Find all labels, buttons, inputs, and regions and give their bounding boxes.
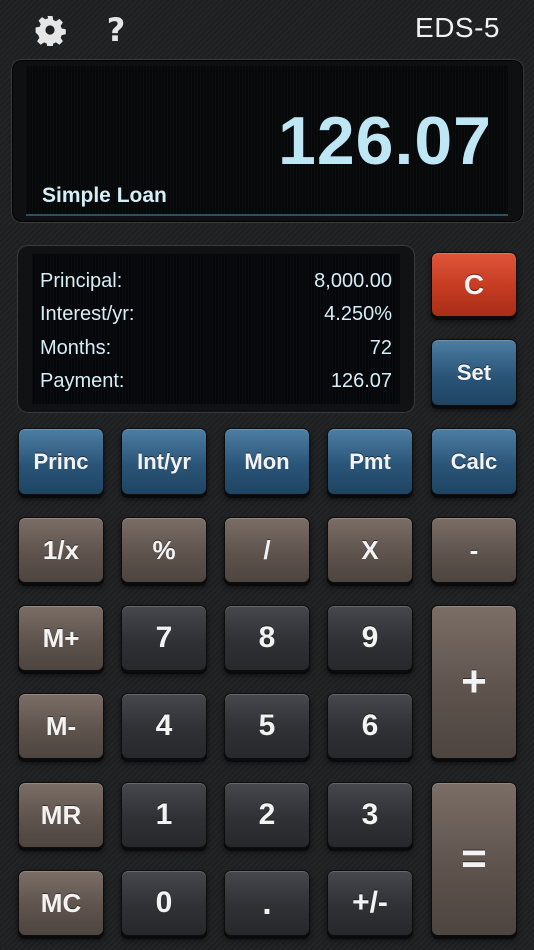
calc-button[interactable]: Calc (431, 428, 517, 495)
mon-button[interactable]: Mon (224, 428, 310, 495)
decimal-point-button[interactable]: . (224, 870, 310, 936)
clear-button[interactable]: C (431, 252, 517, 317)
memory-plus-button[interactable]: M+ (18, 605, 104, 671)
memory-clear-button[interactable]: MC (18, 870, 104, 936)
info-value: 72 (369, 337, 392, 359)
pmt-button[interactable]: Pmt (327, 428, 413, 495)
digit-6-button[interactable]: 6 (327, 693, 413, 759)
info-label: Interest/yr: (40, 303, 135, 325)
display-value: 126.07 (278, 103, 492, 179)
info-value: 126.07 (330, 370, 392, 392)
plus-button[interactable]: + (431, 605, 517, 759)
info-row-months: Months: 72 (40, 333, 392, 363)
set-button[interactable]: Set (431, 339, 517, 406)
digit-9-button[interactable]: 9 (327, 605, 413, 671)
multiply-button[interactable]: X (327, 517, 413, 583)
reciprocal-button[interactable]: 1/x (18, 517, 104, 583)
top-bar: ? EDS-5 (0, 0, 534, 60)
memory-minus-button[interactable]: M- (18, 693, 104, 759)
equals-button[interactable]: = (431, 782, 517, 936)
digit-5-button[interactable]: 5 (224, 693, 310, 759)
info-value: 8,000.00 (314, 270, 392, 292)
int-yr-button[interactable]: Int/yr (121, 428, 207, 495)
percent-button[interactable]: % (121, 517, 207, 583)
info-value: 4.250% (324, 303, 392, 325)
digit-7-button[interactable]: 7 (121, 605, 207, 671)
digit-2-button[interactable]: 2 (224, 782, 310, 848)
info-label: Months: (40, 337, 112, 359)
digit-3-button[interactable]: 3 (327, 782, 413, 848)
model-label: EDS-5 (415, 12, 500, 43)
minus-button[interactable]: - (431, 517, 517, 583)
info-panel: Principal: 8,000.00 Interest/yr: 4.250% … (32, 254, 400, 404)
main-display: 126.07 Simple Loan (26, 66, 508, 216)
mode-label: Simple Loan (42, 184, 167, 207)
sign-toggle-button[interactable]: +/- (327, 870, 413, 936)
divide-button[interactable]: / (224, 517, 310, 583)
princ-button[interactable]: Princ (18, 428, 104, 495)
digit-4-button[interactable]: 4 (121, 693, 207, 759)
memory-recall-button[interactable]: MR (18, 782, 104, 848)
gear-icon[interactable] (34, 14, 66, 46)
info-label: Principal: (40, 270, 123, 292)
info-row-payment: Payment: 126.07 (40, 366, 392, 396)
help-button[interactable]: ? (100, 10, 132, 50)
digit-1-button[interactable]: 1 (121, 782, 207, 848)
digit-8-button[interactable]: 8 (224, 605, 310, 671)
info-row-interest: Interest/yr: 4.250% (40, 299, 392, 329)
digit-0-button[interactable]: 0 (121, 870, 207, 936)
info-label: Payment: (40, 370, 125, 392)
info-row-principal: Principal: 8,000.00 (40, 266, 392, 296)
